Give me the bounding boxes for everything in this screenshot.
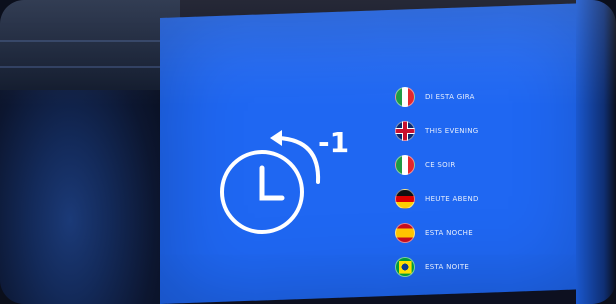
language-text: CE SOIR (425, 161, 456, 169)
language-item-french: CE SOIR (395, 148, 565, 182)
italy-flag-icon (395, 155, 415, 175)
brazil-flag-icon (395, 257, 415, 277)
language-text: THIS EVENING (425, 127, 479, 135)
screen-edge (576, 0, 616, 304)
spain-flag-icon (395, 223, 415, 243)
photo-frame: -1 DI ESTA GIRA THIS EVENING CE SOIR HEU… (0, 0, 616, 304)
time-offset-label: -1 (318, 126, 350, 159)
language-text: ESTA NOITE (425, 263, 470, 271)
language-text: HEUTE ABEND (425, 195, 479, 203)
italy-flag-icon (395, 87, 415, 107)
language-text: ESTA NOCHE (425, 229, 473, 237)
language-item-english: THIS EVENING (395, 114, 565, 148)
stand-stripe (0, 40, 170, 42)
language-item-italian: DI ESTA GIRA (395, 80, 565, 114)
stand-stripe (0, 66, 170, 68)
uk-flag-icon (395, 121, 415, 141)
language-item-portuguese: ESTA NOITE (395, 250, 565, 284)
germany-flag-icon (395, 189, 415, 209)
language-item-german: HEUTE ABEND (395, 182, 565, 216)
language-text: DI ESTA GIRA (425, 93, 475, 101)
language-list: DI ESTA GIRA THIS EVENING CE SOIR HEUTE … (395, 80, 565, 284)
stadium-roof-background (0, 0, 180, 90)
language-item-spanish: ESTA NOCHE (395, 216, 565, 250)
